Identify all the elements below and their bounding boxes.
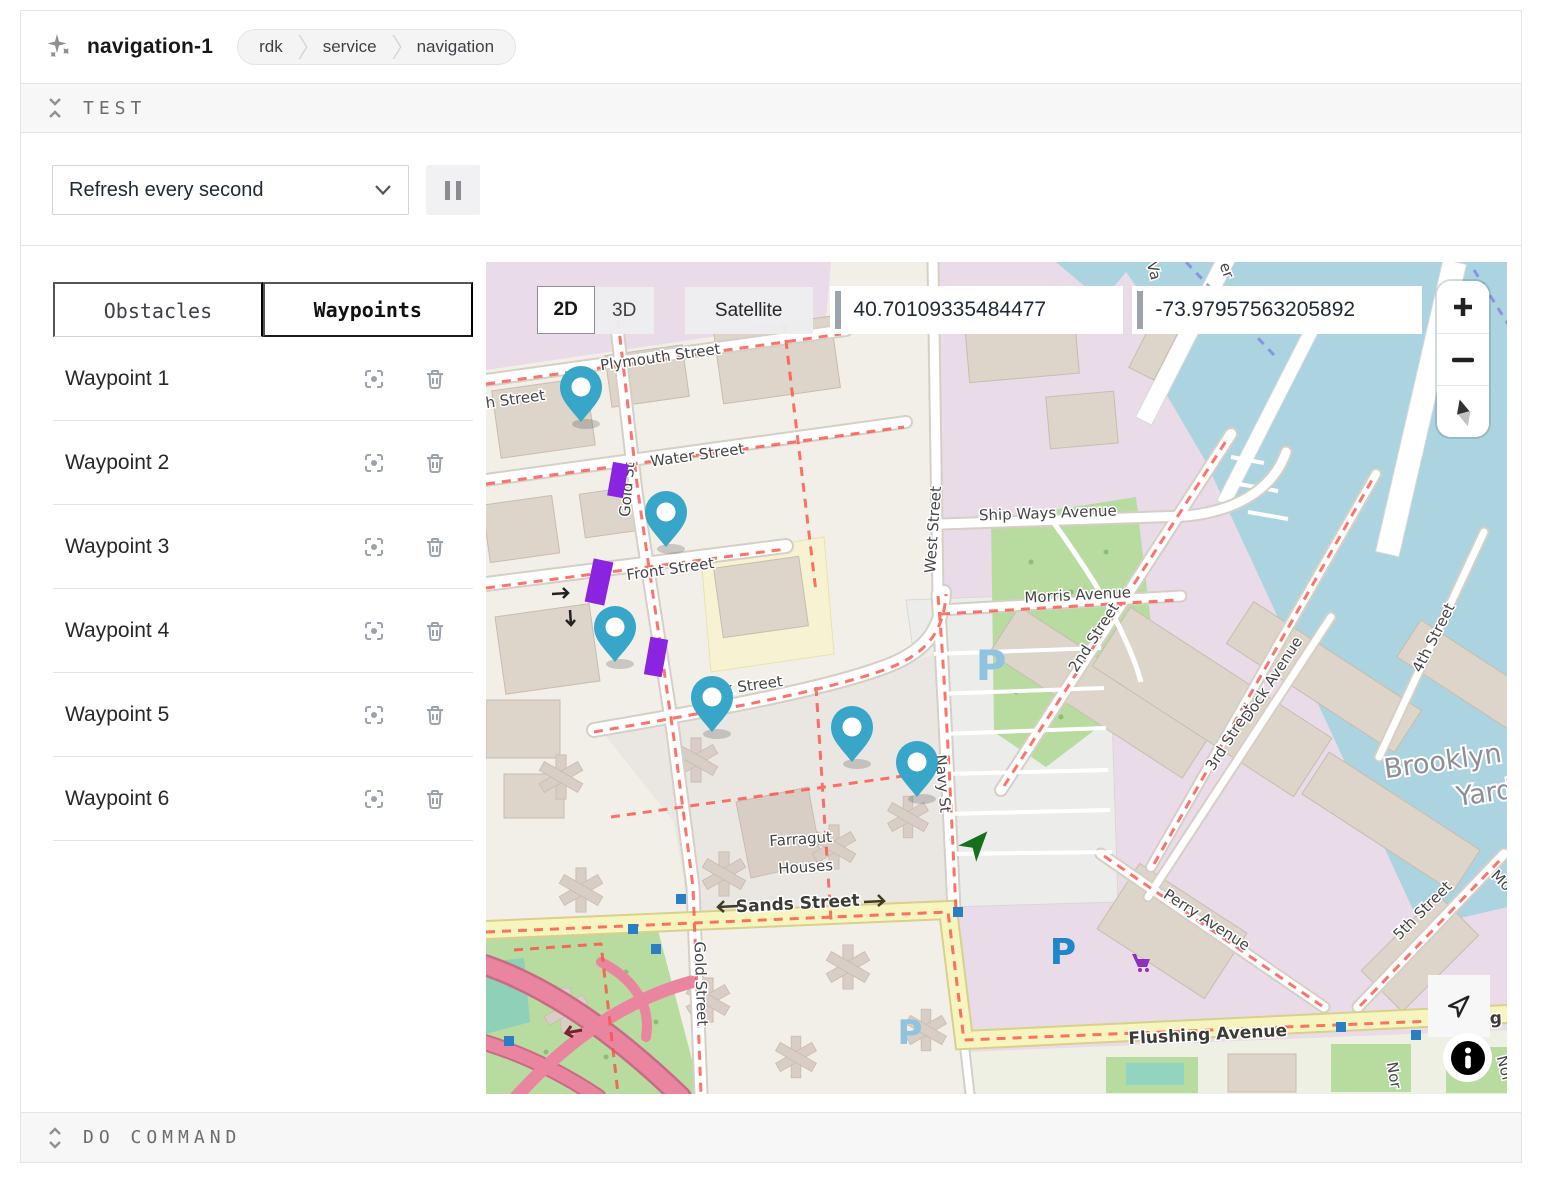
map-zoom-control <box>1437 281 1489 437</box>
refresh-controls: Refresh every second <box>21 133 1521 246</box>
focus-icon <box>362 535 386 559</box>
focus-icon <box>362 367 386 391</box>
info-icon <box>1450 1040 1486 1076</box>
longitude-input[interactable] <box>1143 286 1421 334</box>
chevron-separator-icon <box>298 34 308 60</box>
test-section-label: TEST <box>83 98 146 119</box>
latitude-input[interactable] <box>841 286 1122 334</box>
panel-tabs: Obstacles Waypoints <box>53 262 473 337</box>
map-2d-button[interactable]: 2D <box>537 286 595 334</box>
focus-waypoint-button[interactable] <box>362 451 386 475</box>
delete-waypoint-button[interactable] <box>423 367 447 391</box>
waypoint-row: Waypoint 3 <box>53 505 473 589</box>
collapse-icon <box>47 97 63 119</box>
compass-needle-icon <box>1450 397 1476 427</box>
trash-icon <box>423 535 447 559</box>
refresh-rate-select[interactable]: Refresh every second <box>52 165 409 215</box>
card-header: navigation-1 rdk service navigation <box>21 11 1521 83</box>
longitude-field <box>1132 286 1422 334</box>
pause-button[interactable] <box>426 165 480 215</box>
tab-waypoints[interactable]: Waypoints <box>263 282 473 337</box>
map-canvas: h Street Plymouth Street Water Street Fr… <box>486 262 1507 1094</box>
geolocate-button[interactable] <box>1428 975 1490 1037</box>
waypoint-label: Waypoint 5 <box>65 703 325 727</box>
refresh-rate-value: Refresh every second <box>69 179 264 202</box>
waypoints-panel: Obstacles Waypoints Waypoint 1 Waypoint … <box>53 262 473 1094</box>
waypoint-row: Waypoint 6 <box>53 757 473 841</box>
trash-icon <box>423 451 447 475</box>
zoom-in-button[interactable] <box>1437 281 1489 333</box>
focus-icon <box>362 619 386 643</box>
chevron-down-icon <box>374 184 392 196</box>
pause-icon <box>445 181 450 200</box>
trash-icon <box>423 787 447 811</box>
main-content: Obstacles Waypoints Waypoint 1 Waypoint … <box>21 246 1521 1112</box>
map-attribution-button[interactable] <box>1443 1033 1492 1082</box>
test-section-bar[interactable]: TEST <box>21 83 1521 133</box>
svg-text:Houses: Houses <box>777 856 833 878</box>
chevron-separator-icon <box>392 34 402 60</box>
delete-waypoint-button[interactable] <box>423 451 447 475</box>
breadcrumb: rdk service navigation <box>237 29 516 65</box>
drag-handle[interactable] <box>1137 291 1144 329</box>
do-command-label: DO COMMAND <box>83 1127 241 1148</box>
waypoint-row: Waypoint 2 <box>53 421 473 505</box>
drag-handle[interactable] <box>835 291 842 329</box>
do-command-section-bar[interactable]: DO COMMAND <box>21 1112 1521 1162</box>
delete-waypoint-button[interactable] <box>423 619 447 643</box>
satellite-toggle-button[interactable]: Satellite <box>685 287 813 334</box>
trash-icon <box>423 619 447 643</box>
page-title: navigation-1 <box>87 35 213 59</box>
delete-waypoint-button[interactable] <box>423 535 447 559</box>
svg-text:Gold Street: Gold Street <box>690 941 711 1027</box>
navigation-card: navigation-1 rdk service navigation TEST… <box>20 10 1522 1163</box>
navigation-map[interactable]: h Street Plymouth Street Water Street Fr… <box>486 262 1507 1094</box>
breadcrumb-item-rdk: rdk <box>244 37 298 57</box>
waypoint-label: Waypoint 4 <box>65 619 325 643</box>
trash-icon <box>423 367 447 391</box>
map-dimension-toggle: 2D 3D <box>537 286 654 334</box>
focus-waypoint-button[interactable] <box>362 619 386 643</box>
waypoint-row: Waypoint 4 <box>53 589 473 673</box>
focus-waypoint-button[interactable] <box>362 787 386 811</box>
waypoint-label: Waypoint 1 <box>65 367 325 391</box>
focus-icon <box>362 451 386 475</box>
waypoint-label: Waypoint 2 <box>65 451 325 475</box>
zoom-out-button[interactable] <box>1437 333 1489 385</box>
focus-waypoint-button[interactable] <box>362 703 386 727</box>
waypoint-label: Waypoint 3 <box>65 535 325 559</box>
focus-icon <box>362 787 386 811</box>
delete-waypoint-button[interactable] <box>423 787 447 811</box>
focus-waypoint-button[interactable] <box>362 535 386 559</box>
focus-waypoint-button[interactable] <box>362 367 386 391</box>
location-arrow-icon <box>1445 992 1473 1020</box>
latitude-field <box>830 286 1123 334</box>
parking-icon: P <box>897 1013 922 1053</box>
waypoint-label: Waypoint 6 <box>65 787 325 811</box>
expand-icon <box>47 1127 63 1149</box>
breadcrumb-item-navigation: navigation <box>402 37 510 57</box>
focus-icon <box>362 703 386 727</box>
waypoint-row: Waypoint 1 <box>53 337 473 421</box>
breadcrumb-item-service: service <box>308 37 392 57</box>
parking-icon: P <box>975 641 1006 690</box>
parking-icon: P <box>1050 932 1076 973</box>
waypoint-row: Waypoint 5 <box>53 673 473 757</box>
tab-obstacles[interactable]: Obstacles <box>53 282 263 337</box>
sparkles-icon <box>47 34 73 60</box>
delete-waypoint-button[interactable] <box>423 703 447 727</box>
compass-button[interactable] <box>1437 385 1489 437</box>
page: navigation-1 rdk service navigation TEST… <box>0 0 1542 1173</box>
plus-icon <box>1452 296 1474 318</box>
trash-icon <box>423 703 447 727</box>
minus-icon <box>1452 349 1474 371</box>
map-3d-button[interactable]: 3D <box>595 287 654 334</box>
